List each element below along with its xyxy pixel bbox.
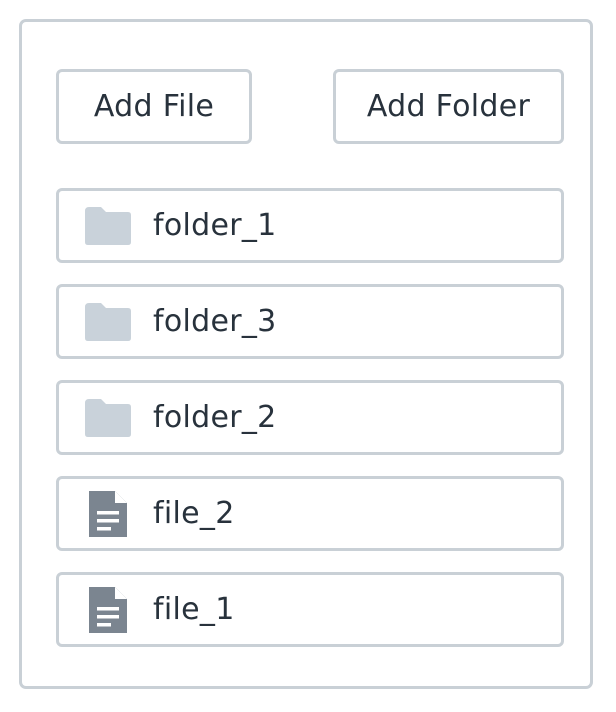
add-file-button[interactable]: Add File	[56, 69, 252, 144]
folder-icon	[83, 201, 133, 251]
list-item-label: folder_1	[153, 208, 277, 243]
list-item-folder[interactable]: folder_3	[56, 284, 564, 359]
add-folder-button[interactable]: Add Folder	[333, 69, 564, 144]
list-item-label: folder_2	[153, 400, 277, 435]
file-icon	[83, 585, 133, 635]
list-item-label: file_1	[153, 592, 235, 627]
file-list: folder_1 folder_3 folder_2 file_2 file_1	[56, 188, 564, 668]
list-item-file[interactable]: file_2	[56, 476, 564, 551]
list-item-folder[interactable]: folder_1	[56, 188, 564, 263]
list-item-label: folder_3	[153, 304, 277, 339]
list-item-folder[interactable]: folder_2	[56, 380, 564, 455]
folder-icon	[83, 297, 133, 347]
list-item-label: file_2	[153, 496, 235, 531]
file-icon	[83, 489, 133, 539]
folder-icon	[83, 393, 133, 443]
file-explorer-panel: Add File Add Folder folder_1 folder_3 fo…	[19, 19, 593, 689]
list-item-file[interactable]: file_1	[56, 572, 564, 647]
